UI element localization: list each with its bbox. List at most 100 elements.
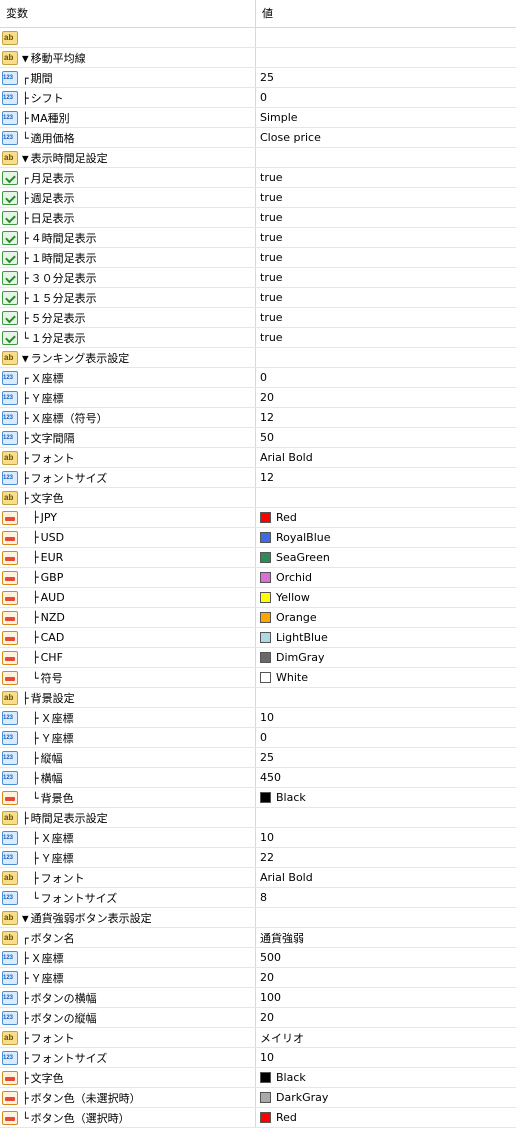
parameter-value-cell[interactable]: 0 — [256, 88, 516, 107]
parameter-value-cell[interactable] — [256, 28, 516, 47]
parameter-value-cell[interactable]: Arial Bold — [256, 868, 516, 887]
parameter-value-cell[interactable]: 20 — [256, 968, 516, 987]
parameter-row[interactable]: ▼ランキング表示設定 — [0, 348, 516, 368]
parameter-row[interactable]: ├文字間隔 50 — [0, 428, 516, 448]
parameter-row[interactable]: ├ 文字色 Black — [0, 1068, 516, 1088]
parameter-value-cell[interactable] — [256, 808, 516, 827]
parameter-value-cell[interactable]: 10 — [256, 708, 516, 727]
parameter-value-cell[interactable]: DarkGray — [256, 1088, 516, 1107]
parameter-row[interactable]: ├ ４時間足表示 true — [0, 228, 516, 248]
parameter-value-cell[interactable]: 25 — [256, 748, 516, 767]
parameter-row[interactable]: ├Ｘ座標 10 — [0, 828, 516, 848]
parameter-value-cell[interactable] — [256, 488, 516, 507]
parameter-value-cell[interactable]: true — [256, 208, 516, 227]
parameter-row[interactable]: ├ GBP Orchid — [0, 568, 516, 588]
parameter-value-cell[interactable]: Yellow — [256, 588, 516, 607]
parameter-value-cell[interactable] — [256, 908, 516, 927]
parameter-value-cell[interactable]: true — [256, 268, 516, 287]
parameter-value-cell[interactable]: 50 — [256, 428, 516, 447]
parameter-value-cell[interactable]: Red — [256, 508, 516, 527]
parameter-value-cell[interactable]: true — [256, 308, 516, 327]
parameter-row[interactable]: ├Ｙ座標 20 — [0, 968, 516, 988]
parameter-row[interactable]: ├ ３０分足表示 true — [0, 268, 516, 288]
parameter-row[interactable]: ├フォント メイリオ — [0, 1028, 516, 1048]
parameter-row[interactable]: ├ EUR SeaGreen — [0, 548, 516, 568]
parameter-row[interactable]: ├ 日足表示 true — [0, 208, 516, 228]
parameter-value-cell[interactable]: 450 — [256, 768, 516, 787]
parameter-value-cell[interactable]: true — [256, 168, 516, 187]
parameter-row[interactable]: ├ JPY Red — [0, 508, 516, 528]
parameter-row[interactable]: ├フォント Arial Bold — [0, 448, 516, 468]
parameter-value-cell[interactable] — [256, 348, 516, 367]
parameter-row[interactable]: ├シフト 0 — [0, 88, 516, 108]
parameter-row[interactable]: ├ １時間足表示 true — [0, 248, 516, 268]
parameter-row[interactable]: └ 背景色 Black — [0, 788, 516, 808]
parameter-value-cell[interactable]: 0 — [256, 368, 516, 387]
parameter-row[interactable]: ├フォントサイズ 12 — [0, 468, 516, 488]
parameter-row[interactable]: ┌Ｘ座標 0 — [0, 368, 516, 388]
parameter-value-cell[interactable]: 8 — [256, 888, 516, 907]
parameter-value-cell[interactable]: Arial Bold — [256, 448, 516, 467]
parameter-row[interactable]: ├時間足表示設定 — [0, 808, 516, 828]
parameter-row[interactable]: ├Ｘ座標 10 — [0, 708, 516, 728]
parameter-value-cell[interactable]: SeaGreen — [256, 548, 516, 567]
parameter-row[interactable]: ▼通貨強弱ボタン表示設定 — [0, 908, 516, 928]
parameter-value-cell[interactable]: 100 — [256, 988, 516, 1007]
parameter-row[interactable]: ├フォント Arial Bold — [0, 868, 516, 888]
variable-column-header[interactable]: 変数 — [0, 0, 256, 27]
parameter-row[interactable]: ├文字色 — [0, 488, 516, 508]
parameter-row[interactable]: ├ １５分足表示 true — [0, 288, 516, 308]
parameter-row[interactable]: ├ AUD Yellow — [0, 588, 516, 608]
parameter-row[interactable]: └ ボタン色（選択時） Red — [0, 1108, 516, 1128]
parameter-value-cell[interactable] — [256, 148, 516, 167]
parameter-row[interactable]: ┌ 月足表示 true — [0, 168, 516, 188]
parameter-value-cell[interactable]: Orange — [256, 608, 516, 627]
parameter-row[interactable]: ├背景設定 — [0, 688, 516, 708]
parameter-value-cell[interactable]: true — [256, 228, 516, 247]
parameter-value-cell[interactable]: Black — [256, 1068, 516, 1087]
parameter-value-cell[interactable]: メイリオ — [256, 1028, 516, 1047]
parameter-row[interactable]: ├Ｘ座標（符号） 12 — [0, 408, 516, 428]
parameter-row[interactable]: ┌期間 25 — [0, 68, 516, 88]
parameter-value-cell[interactable]: 22 — [256, 848, 516, 867]
parameter-row[interactable]: ├ボタンの縦幅 20 — [0, 1008, 516, 1028]
parameter-value-cell[interactable]: true — [256, 188, 516, 207]
parameter-value-cell[interactable]: 0 — [256, 728, 516, 747]
parameter-row[interactable]: ├ 週足表示 true — [0, 188, 516, 208]
parameter-value-cell[interactable]: true — [256, 248, 516, 267]
parameter-row[interactable]: ├Ｙ座標 0 — [0, 728, 516, 748]
parameter-row[interactable]: ├ CAD LightBlue — [0, 628, 516, 648]
parameter-value-cell[interactable]: true — [256, 288, 516, 307]
parameter-value-cell[interactable]: 20 — [256, 1008, 516, 1027]
parameter-row[interactable]: ├ CHF DimGray — [0, 648, 516, 668]
parameter-row[interactable]: ├フォントサイズ 10 — [0, 1048, 516, 1068]
parameter-value-cell[interactable]: 500 — [256, 948, 516, 967]
parameter-value-cell[interactable]: true — [256, 328, 516, 347]
parameter-value-cell[interactable]: DimGray — [256, 648, 516, 667]
parameter-value-cell[interactable]: 12 — [256, 408, 516, 427]
parameter-row[interactable]: ├横幅 450 — [0, 768, 516, 788]
parameter-row[interactable]: ├MA種別 Simple — [0, 108, 516, 128]
parameter-value-cell[interactable]: 12 — [256, 468, 516, 487]
parameter-row[interactable]: ├ボタンの横幅 100 — [0, 988, 516, 1008]
parameter-row[interactable]: ├ ボタン色（未選択時） DarkGray — [0, 1088, 516, 1108]
parameter-row[interactable]: ▼表示時間足設定 — [0, 148, 516, 168]
parameter-value-cell[interactable]: 10 — [256, 828, 516, 847]
parameter-value-cell[interactable]: 通貨強弱 — [256, 928, 516, 947]
parameter-row[interactable]: └フォントサイズ 8 — [0, 888, 516, 908]
parameter-value-cell[interactable] — [256, 688, 516, 707]
parameter-row[interactable]: ├Ｙ座標 20 — [0, 388, 516, 408]
parameter-row[interactable]: ┌ボタン名 通貨強弱 — [0, 928, 516, 948]
value-column-header[interactable]: 値 — [256, 0, 516, 27]
parameter-value-cell[interactable]: Simple — [256, 108, 516, 127]
parameter-row[interactable]: ├縦幅 25 — [0, 748, 516, 768]
parameter-value-cell[interactable]: 25 — [256, 68, 516, 87]
parameter-row[interactable]: ├ NZD Orange — [0, 608, 516, 628]
parameter-value-cell[interactable]: Close price — [256, 128, 516, 147]
parameter-value-cell[interactable]: RoyalBlue — [256, 528, 516, 547]
parameter-row[interactable]: ▼移動平均線 — [0, 48, 516, 68]
parameter-row[interactable]: ├ USD RoyalBlue — [0, 528, 516, 548]
parameter-row[interactable]: └適用価格 Close price — [0, 128, 516, 148]
parameter-value-cell[interactable]: 10 — [256, 1048, 516, 1067]
parameter-row[interactable]: ├ ５分足表示 true — [0, 308, 516, 328]
